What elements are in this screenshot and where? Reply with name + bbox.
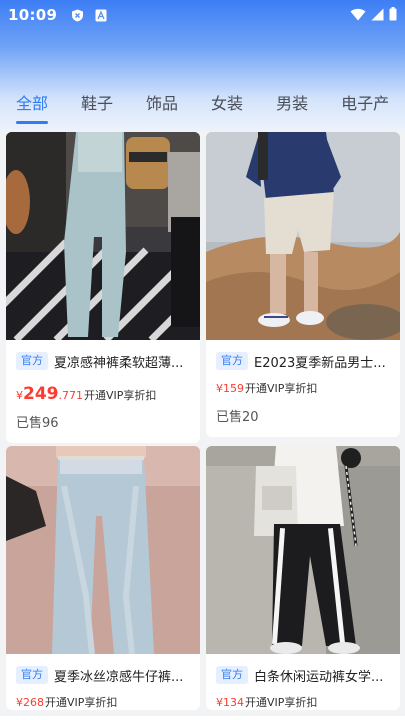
shield-x-icon [71, 9, 84, 22]
product-card[interactable]: 官方 夏凉感神裤柔软超薄... ¥ 249 .771 开通VIP享折扣 已售96 [6, 132, 200, 443]
battery-icon [389, 6, 397, 25]
price-row: ¥ 159 开通VIP享折扣 [216, 380, 390, 396]
official-tag: 官方 [216, 352, 248, 370]
product-image [206, 446, 400, 654]
tab-electronics[interactable]: 电子产 [341, 80, 389, 128]
bottom-bar [0, 716, 405, 720]
status-time: 10:09 [8, 6, 58, 24]
product-image [6, 132, 200, 340]
vip-discount-link[interactable]: 开通VIP享折扣 [245, 380, 317, 396]
cellular-icon [371, 6, 384, 25]
price-integer: 159 [223, 382, 244, 395]
font-a-icon [94, 9, 107, 22]
price-row: ¥ 134 开通VIP享折扣 [216, 694, 390, 710]
product-image [6, 446, 200, 654]
product-title: 夏凉感神裤柔软超薄... [54, 355, 184, 371]
currency-symbol: ¥ [16, 389, 23, 402]
tab-shoes[interactable]: 鞋子 [81, 80, 113, 128]
price-row: ¥ 249 .771 开通VIP享折扣 [16, 384, 190, 404]
price-row: ¥ 268 开通VIP享折扣 [16, 694, 190, 710]
tab-all[interactable]: 全部 [16, 80, 49, 128]
product-grid: 官方 夏凉感神裤柔软超薄... ¥ 249 .771 开通VIP享折扣 已售96 [0, 132, 405, 720]
currency-symbol: ¥ [216, 696, 223, 709]
product-title: 夏季冰丝凉感牛仔裤... [54, 669, 184, 685]
vip-discount-link[interactable]: 开通VIP享折扣 [245, 694, 317, 710]
vip-discount-link[interactable]: 开通VIP享折扣 [45, 694, 117, 710]
official-tag: 官方 [16, 666, 48, 684]
product-card[interactable]: 官方 夏季冰丝凉感牛仔裤... ¥ 268 开通VIP享折扣 [6, 446, 200, 710]
tab-womens[interactable]: 女装 [211, 80, 243, 128]
tab-mens[interactable]: 男装 [276, 80, 308, 128]
product-image [206, 132, 400, 340]
official-tag: 官方 [16, 352, 48, 370]
price-decimal: .771 [58, 389, 84, 402]
product-card[interactable]: 官方 白条休闲运动裤女学... ¥ 134 开通VIP享折扣 [206, 446, 400, 710]
price-integer: 249 [23, 384, 59, 404]
price-integer: 268 [23, 696, 44, 709]
currency-symbol: ¥ [16, 696, 23, 709]
product-title: E2023夏季新品男士... [254, 355, 386, 371]
wifi-icon [350, 6, 366, 25]
sold-count: 已售96 [16, 416, 59, 431]
vip-discount-link[interactable]: 开通VIP享折扣 [84, 387, 156, 403]
tab-accessories[interactable]: 饰品 [146, 80, 178, 128]
status-bar: 10:09 [0, 0, 405, 30]
currency-symbol: ¥ [216, 382, 223, 395]
price-integer: 134 [223, 696, 244, 709]
sold-count: 已售20 [216, 410, 259, 425]
category-tabs: 全部 鞋子 饰品 女装 男装 电子产 [0, 80, 405, 128]
official-tag: 官方 [216, 666, 248, 684]
product-card[interactable]: 官方 E2023夏季新品男士... ¥ 159 开通VIP享折扣 已售20 [206, 132, 400, 437]
product-title: 白条休闲运动裤女学... [254, 669, 384, 685]
